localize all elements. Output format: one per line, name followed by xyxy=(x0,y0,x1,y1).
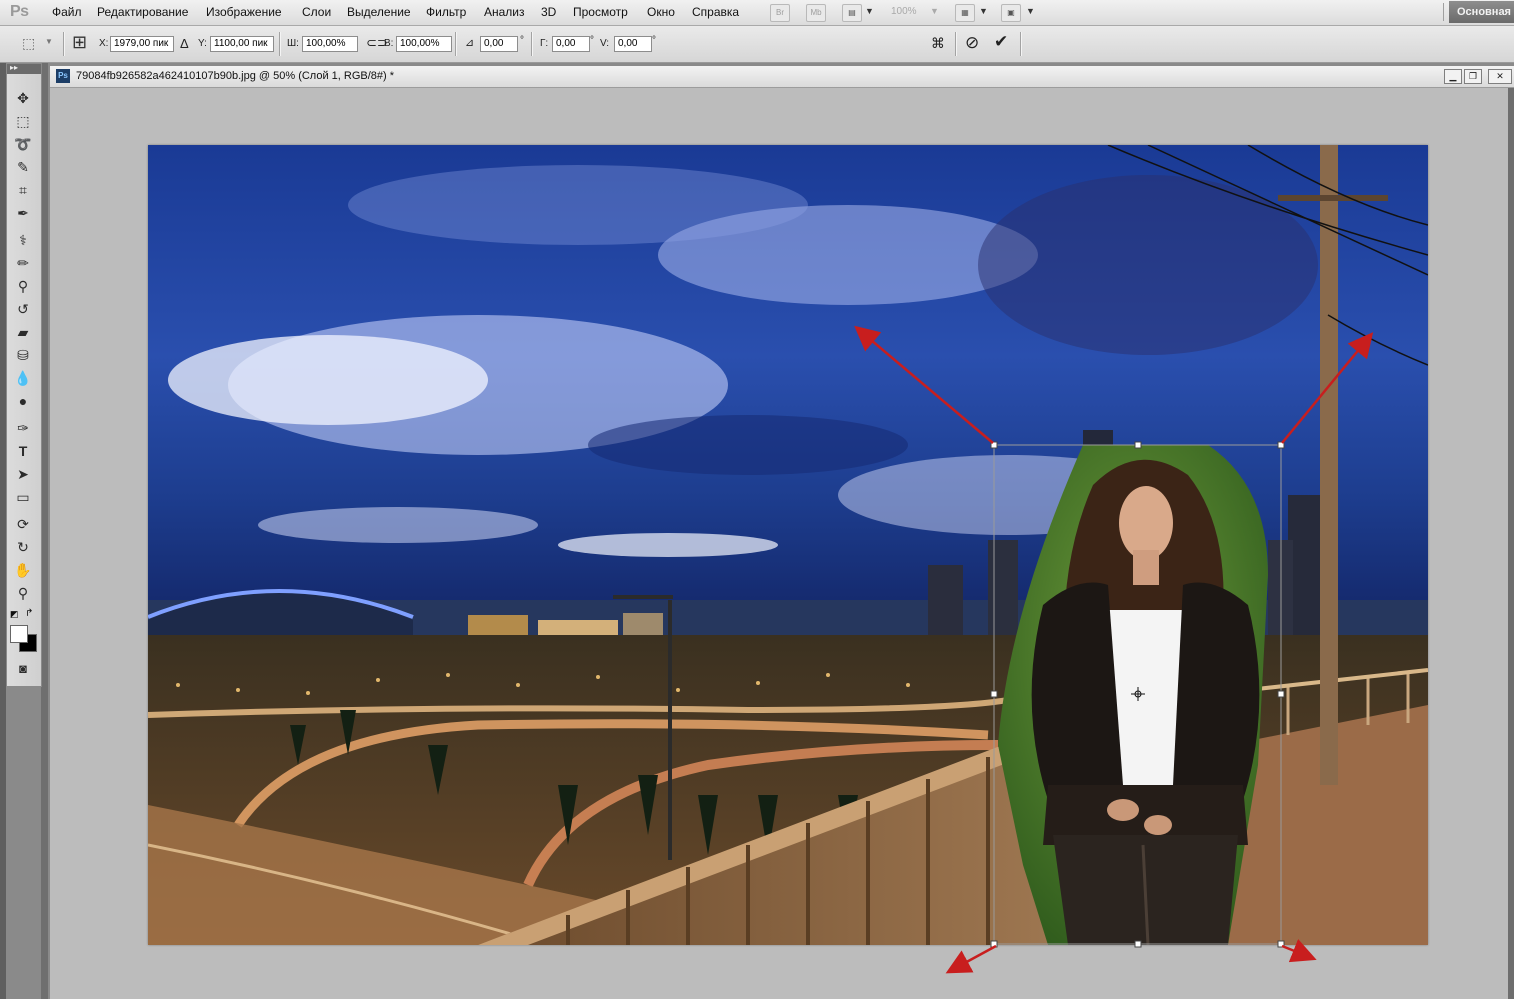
horizontal-skew-label: Г: xyxy=(540,38,549,49)
minimize-icon[interactable]: ▁ xyxy=(1444,69,1462,84)
city-night-photo xyxy=(148,145,1428,945)
degree-unit: ° xyxy=(652,35,656,46)
height-scale-field[interactable]: 100,00% xyxy=(396,36,452,52)
screen-mode-icon[interactable]: ▣ xyxy=(1001,4,1021,22)
x-position-field[interactable]: 1979,00 пик xyxy=(110,36,174,52)
type-icon[interactable]: T xyxy=(11,441,35,461)
blur-icon[interactable]: 💧 xyxy=(11,368,35,388)
paint-bucket-icon[interactable]: ⛁ xyxy=(11,345,35,365)
warp-icon[interactable]: ⌘ xyxy=(931,35,945,52)
marquee-icon[interactable]: ⬚ xyxy=(11,111,35,131)
divider xyxy=(63,32,65,56)
default-colors-icon[interactable]: ◩ xyxy=(10,609,19,620)
height-label: В: xyxy=(384,38,394,49)
degree-unit: ° xyxy=(520,35,524,46)
degree-unit: ° xyxy=(590,35,594,46)
extras-icon[interactable]: ▤ xyxy=(842,4,862,22)
menu-filter[interactable]: Фильтр xyxy=(426,5,466,19)
rotate-angle-icon: ⊿ xyxy=(465,37,475,49)
divider xyxy=(455,32,457,56)
options-bar: ⬚ ▼ ⊞ X: 1979,00 пик Δ Y: 1100,00 пик Ш:… xyxy=(0,26,1514,63)
horizontal-skew-field[interactable]: 0,00 xyxy=(552,36,590,52)
reference-point-icon[interactable]: ⊞ xyxy=(72,32,87,53)
menu-help[interactable]: Справка xyxy=(692,5,739,19)
menu-edit[interactable]: Редактирование xyxy=(97,5,188,19)
relative-position-icon[interactable]: Δ xyxy=(180,36,189,51)
width-label: Ш: xyxy=(287,38,299,49)
divider xyxy=(531,32,533,56)
divider xyxy=(955,32,957,56)
hand-icon[interactable]: ✋ xyxy=(11,560,35,580)
menu-image[interactable]: Изображение xyxy=(206,5,282,19)
vertical-skew-label: V: xyxy=(600,38,610,49)
bridge-button[interactable]: Br xyxy=(770,4,790,22)
healing-brush-icon[interactable]: ⚕ xyxy=(11,230,35,250)
divider xyxy=(279,32,281,56)
photoshop-doc-icon: Ps xyxy=(56,69,70,83)
image-canvas[interactable] xyxy=(148,145,1428,945)
mini-bridge-button[interactable]: Mb xyxy=(806,4,826,22)
chevron-down-icon[interactable]: ▼ xyxy=(930,6,939,16)
lasso-icon[interactable]: ➰ xyxy=(11,134,35,154)
crop-icon[interactable]: ⌗ xyxy=(11,180,35,200)
pen-icon[interactable]: ✑ xyxy=(11,418,35,438)
dodge-icon[interactable]: ● xyxy=(11,391,35,411)
restore-icon[interactable]: ❐ xyxy=(1464,69,1482,84)
3d-rotate-icon[interactable]: ⟳ xyxy=(11,514,35,534)
swap-colors-icon[interactable]: ↱ xyxy=(25,608,33,619)
quick-select-icon[interactable]: ✎ xyxy=(11,157,35,177)
path-select-icon[interactable]: ➤ xyxy=(11,464,35,484)
menu-view[interactable]: Просмотр xyxy=(573,5,628,19)
tools-panel-grip[interactable]: ▸▸ xyxy=(7,63,41,74)
foreground-color-swatch[interactable] xyxy=(10,625,28,643)
chevron-down-icon[interactable]: ▼ xyxy=(1026,6,1035,16)
cancel-transform-icon[interactable]: ⊘ xyxy=(965,33,979,53)
y-position-field[interactable]: 1100,00 пик xyxy=(210,36,274,52)
eyedropper-icon[interactable]: ✒ xyxy=(11,203,35,223)
chevron-down-icon[interactable]: ▼ xyxy=(45,37,53,46)
brush-icon[interactable]: ✏ xyxy=(11,253,35,273)
commit-transform-icon[interactable]: ✔ xyxy=(994,32,1008,52)
menu-file[interactable]: Файл xyxy=(52,5,82,19)
clone-stamp-icon[interactable]: ⚲ xyxy=(11,276,35,296)
shape-icon[interactable]: ▭ xyxy=(11,487,35,507)
divider xyxy=(1443,3,1444,21)
menu-select[interactable]: Выделение xyxy=(347,5,411,19)
x-label: X: xyxy=(99,38,109,49)
history-brush-icon[interactable]: ↺ xyxy=(11,299,35,319)
move-icon[interactable]: ✥ xyxy=(11,88,35,108)
document-title: 79084fb926582a462410107b90b.jpg @ 50% (С… xyxy=(76,70,395,82)
menu-bar: Ps Файл Редактирование Изображение Слои … xyxy=(0,0,1514,26)
vertical-scrollbar[interactable] xyxy=(1508,88,1514,999)
quick-mask-icon[interactable]: ◙ xyxy=(11,658,35,678)
3d-orbit-icon[interactable]: ↻ xyxy=(11,537,35,557)
tools-panel: ▸▸ ✥ ⬚ ➰ ✎ ⌗ ✒ ⚕ ✏ ⚲ ↺ ▰ ⛁ 💧 ● ✑ T ➤ ▭ ⟳… xyxy=(6,63,42,687)
document-tab[interactable]: Ps 79084fb926582a462410107b90b.jpg @ 50%… xyxy=(50,66,1514,88)
y-label: Y: xyxy=(198,38,207,49)
zoom-icon[interactable]: ⚲ xyxy=(11,583,35,603)
panel-edge xyxy=(41,63,48,999)
vertical-skew-field[interactable]: 0,00 xyxy=(614,36,652,52)
chevron-down-icon[interactable]: ▼ xyxy=(979,6,988,16)
photoshop-logo: Ps xyxy=(10,3,29,20)
divider xyxy=(1020,32,1022,56)
close-icon[interactable]: ✕ xyxy=(1488,69,1512,84)
arrange-documents-icon[interactable]: ▦ xyxy=(955,4,975,22)
rotation-field[interactable]: 0,00 xyxy=(480,36,518,52)
eraser-icon[interactable]: ▰ xyxy=(11,322,35,342)
menu-layers[interactable]: Слои xyxy=(302,5,331,19)
transform-tool-icon[interactable]: ⬚ xyxy=(22,35,35,52)
menu-3d[interactable]: 3D xyxy=(541,5,556,19)
chevron-down-icon[interactable]: ▼ xyxy=(865,6,874,16)
menu-window[interactable]: Окно xyxy=(647,5,675,19)
width-scale-field[interactable]: 100,00% xyxy=(302,36,358,52)
workspace-button[interactable]: Основная xyxy=(1449,1,1514,23)
menu-analysis[interactable]: Анализ xyxy=(484,5,525,19)
zoom-level[interactable]: 100% xyxy=(891,6,917,17)
